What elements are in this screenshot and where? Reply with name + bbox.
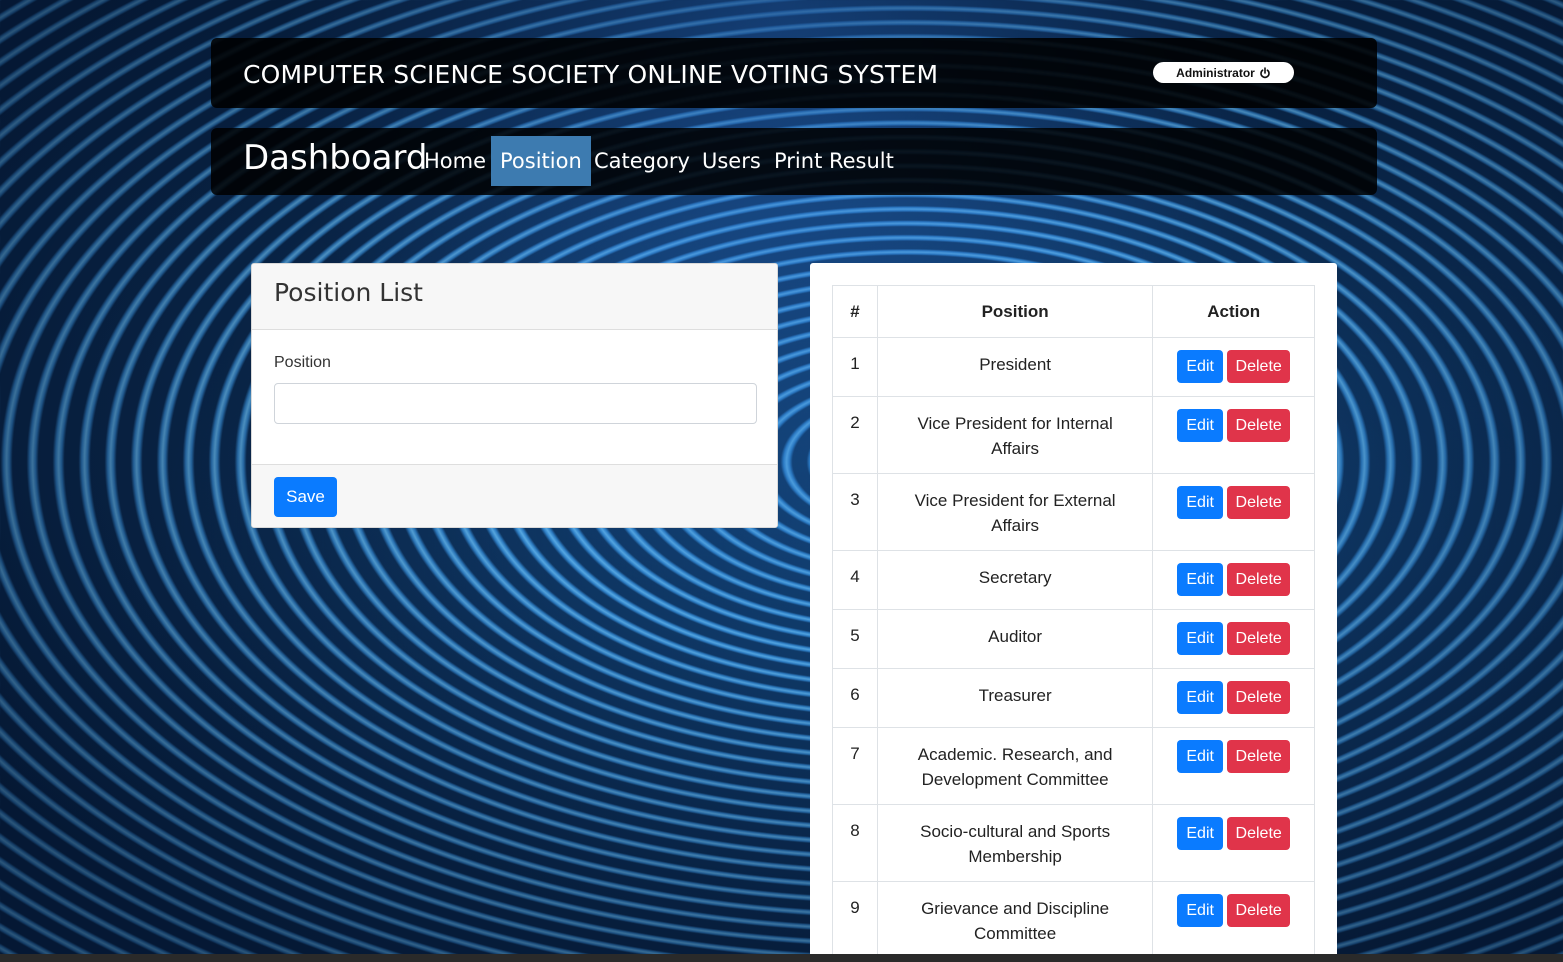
table-header-row: # Position Action [832, 285, 1315, 338]
row-position: Vice President for External Affairs [876, 473, 1154, 551]
card-header: Position List [252, 264, 777, 330]
user-label: Administrator [1176, 65, 1255, 80]
table-row: 6 Treasurer Edit Delete [832, 668, 1315, 728]
table-row: 4 Secretary Edit Delete [832, 550, 1315, 610]
row-actions: Edit Delete [1152, 881, 1315, 959]
column-header-position: Position [876, 285, 1154, 338]
card-footer: Save [252, 464, 777, 527]
main-navbar: Dashboard Home Position Category Users P… [211, 128, 1377, 195]
table-row: 8 Socio-cultural and Sports Membership E… [832, 804, 1315, 882]
row-number: 3 [832, 473, 878, 551]
nav-item-position[interactable]: Position [491, 136, 591, 186]
row-number: 6 [832, 668, 878, 728]
positions-table-panel: # Position Action 1 President Edit Delete… [810, 263, 1337, 962]
row-number: 5 [832, 609, 878, 669]
row-position: Vice President for Internal Affairs [876, 396, 1154, 474]
nav-item-users[interactable]: Users [693, 136, 770, 186]
row-actions: Edit Delete [1152, 804, 1315, 882]
position-field-label: Position [274, 354, 331, 371]
nav-item-home[interactable]: Home [415, 136, 495, 186]
row-actions: Edit Delete [1152, 337, 1315, 397]
row-number: 9 [832, 881, 878, 959]
edit-button[interactable]: Edit [1177, 894, 1224, 927]
table-row: 1 President Edit Delete [832, 337, 1315, 397]
table-row: 2 Vice President for Internal Affairs Ed… [832, 396, 1315, 474]
save-button[interactable]: Save [274, 477, 337, 517]
row-actions: Edit Delete [1152, 473, 1315, 551]
row-actions: Edit Delete [1152, 396, 1315, 474]
row-number: 7 [832, 727, 878, 805]
row-position: Auditor [876, 609, 1154, 669]
edit-button[interactable]: Edit [1177, 740, 1224, 773]
delete-button[interactable]: Delete [1227, 681, 1291, 714]
position-form-card: Position List Position Save [251, 263, 778, 528]
positions-table: # Position Action 1 President Edit Delete… [832, 285, 1315, 959]
row-position: Secretary [876, 550, 1154, 610]
navbar-brand[interactable]: Dashboard [243, 138, 427, 178]
edit-button[interactable]: Edit [1177, 681, 1224, 714]
table-row: 5 Auditor Edit Delete [832, 609, 1315, 669]
app-title: COMPUTER SCIENCE SOCIETY ONLINE VOTING S… [243, 60, 939, 89]
position-input[interactable] [274, 383, 757, 424]
title-bar: COMPUTER SCIENCE SOCIETY ONLINE VOTING S… [211, 38, 1377, 108]
edit-button[interactable]: Edit [1177, 622, 1224, 655]
column-header-action: Action [1152, 285, 1315, 338]
delete-button[interactable]: Delete [1227, 350, 1291, 383]
delete-button[interactable]: Delete [1227, 486, 1291, 519]
row-position: President [876, 337, 1154, 397]
row-position: Treasurer [876, 668, 1154, 728]
bottom-scrollbar-strip [0, 954, 1563, 962]
table-row: 7 Academic. Research, and Development Co… [832, 727, 1315, 805]
row-number: 1 [832, 337, 878, 397]
delete-button[interactable]: Delete [1227, 409, 1291, 442]
administrator-logout-button[interactable]: Administrator [1153, 62, 1294, 83]
delete-button[interactable]: Delete [1227, 622, 1291, 655]
table-row: 9 Grievance and Discipline Committee Edi… [832, 881, 1315, 959]
nav-item-print-result[interactable]: Print Result [765, 136, 903, 186]
row-number: 2 [832, 396, 878, 474]
power-icon [1260, 66, 1270, 78]
row-position: Grievance and Discipline Committee [876, 881, 1154, 959]
row-actions: Edit Delete [1152, 727, 1315, 805]
edit-button[interactable]: Edit [1177, 486, 1224, 519]
edit-button[interactable]: Edit [1177, 563, 1224, 596]
table-row: 3 Vice President for External Affairs Ed… [832, 473, 1315, 551]
edit-button[interactable]: Edit [1177, 409, 1224, 442]
row-actions: Edit Delete [1152, 609, 1315, 669]
delete-button[interactable]: Delete [1227, 894, 1291, 927]
edit-button[interactable]: Edit [1177, 350, 1224, 383]
row-position: Academic. Research, and Development Comm… [876, 727, 1154, 805]
delete-button[interactable]: Delete [1227, 817, 1291, 850]
row-number: 8 [832, 804, 878, 882]
row-actions: Edit Delete [1152, 668, 1315, 728]
row-actions: Edit Delete [1152, 550, 1315, 610]
row-number: 4 [832, 550, 878, 610]
delete-button[interactable]: Delete [1227, 740, 1291, 773]
column-header-number: # [832, 285, 878, 338]
row-position: Socio-cultural and Sports Membership [876, 804, 1154, 882]
card-body: Position [252, 330, 777, 464]
edit-button[interactable]: Edit [1177, 817, 1224, 850]
card-title: Position List [274, 278, 423, 307]
nav-item-category[interactable]: Category [585, 136, 699, 186]
delete-button[interactable]: Delete [1227, 563, 1291, 596]
